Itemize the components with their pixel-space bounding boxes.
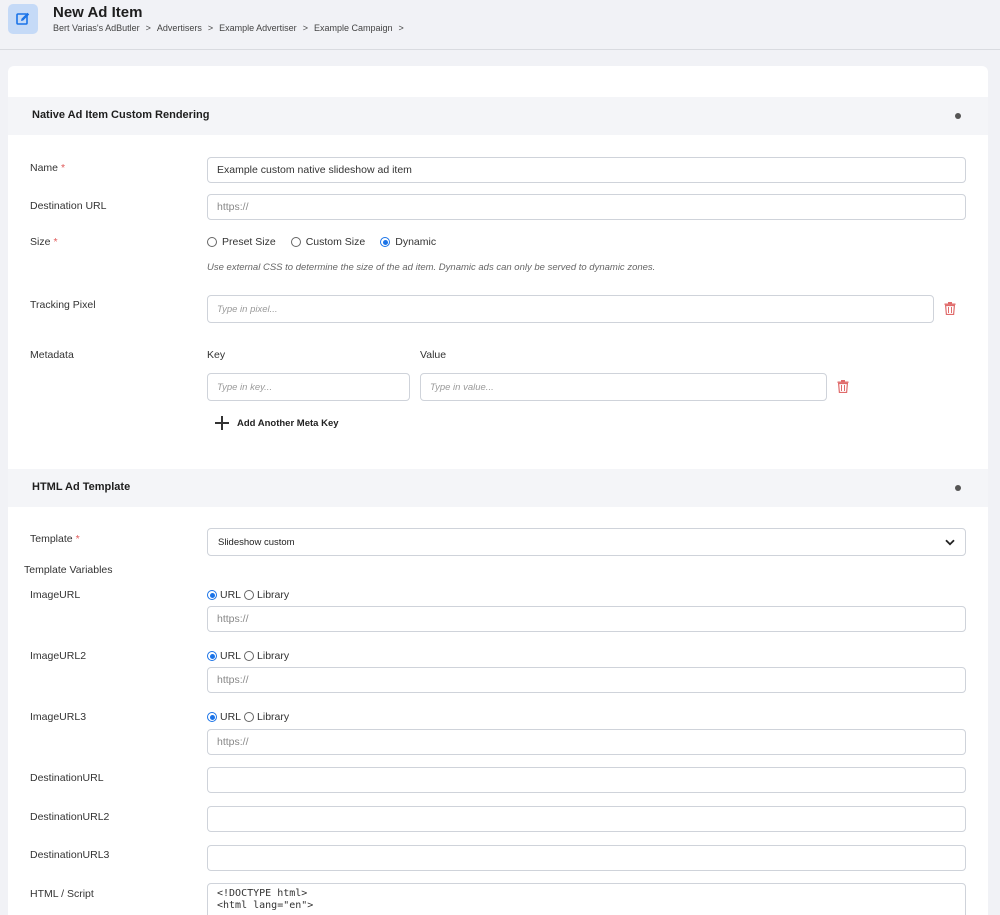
metadata-key-header: Key — [207, 349, 226, 361]
breadcrumb-campaign[interactable]: Example Campaign — [314, 23, 393, 33]
image-url2-library-radio[interactable] — [244, 651, 255, 661]
tracking-pixel-input[interactable]: Type in pixel... — [207, 295, 934, 323]
chevron-down-icon — [945, 539, 955, 545]
metadata-key-input[interactable]: Type in key... — [207, 373, 410, 401]
image-url3-library-radio[interactable] — [244, 712, 255, 722]
destination-url2-input[interactable] — [207, 806, 966, 832]
page-title: New Ad Item — [53, 4, 143, 21]
top-bar: New Ad Item Bert Varias's AdButler > Adv… — [0, 0, 1000, 50]
image-url-library-label[interactable]: Library — [257, 589, 289, 601]
image-url3-label: ImageURL3 — [30, 711, 87, 723]
image-url2-url-radio[interactable] — [207, 651, 217, 661]
template-label: Template * — [30, 533, 80, 545]
section-title: HTML Ad Template — [32, 481, 131, 493]
destination-url1-input[interactable] — [207, 767, 966, 793]
code-line: <!DOCTYPE html> — [217, 888, 308, 899]
name-label: Name * — [30, 162, 66, 174]
template-variables-label: Template Variables — [24, 564, 113, 576]
collapse-dot-icon[interactable] — [955, 485, 961, 491]
destination-url3-input[interactable] — [207, 845, 966, 871]
add-meta-key-button[interactable]: Add Another Meta Key — [215, 416, 339, 430]
delete-metadata-trash-icon[interactable] — [837, 380, 849, 393]
image-url-library-radio[interactable] — [244, 590, 255, 600]
template-select-value: Slideshow custom — [218, 536, 295, 548]
size-preset-radio[interactable] — [207, 237, 217, 247]
html-script-label: HTML / Script — [30, 888, 94, 900]
breadcrumb-account[interactable]: Bert Varias's AdButler — [53, 23, 140, 33]
destination-url1-label: DestinationURL — [30, 772, 104, 784]
image-url3-source-group: URL Library — [207, 711, 289, 723]
section-header-native[interactable]: Native Ad Item Custom Rendering — [8, 97, 988, 135]
metadata-label: Metadata — [30, 349, 74, 361]
breadcrumb-separator: > — [145, 23, 151, 33]
size-radio-group: Preset Size Custom Size Dynamic — [207, 236, 436, 248]
destination-url-label: Destination URL — [30, 200, 107, 212]
name-input[interactable]: Example custom native slideshow ad item — [207, 157, 966, 183]
section-title: Native Ad Item Custom Rendering — [32, 109, 210, 121]
image-url2-label: ImageURL2 — [30, 650, 87, 662]
size-label: Size * — [30, 236, 58, 248]
collapse-dot-icon[interactable] — [955, 113, 961, 119]
breadcrumb-separator: > — [398, 23, 404, 33]
image-url3-url-radio[interactable] — [207, 712, 217, 722]
image-url-url-radio[interactable] — [207, 590, 217, 600]
section-header-template[interactable]: HTML Ad Template — [8, 469, 988, 507]
delete-pixel-trash-icon[interactable] — [944, 302, 956, 315]
add-meta-key-label: Add Another Meta Key — [237, 417, 339, 429]
image-url2-input[interactable]: https:// — [207, 667, 966, 693]
image-url2-url-label[interactable]: URL — [220, 650, 241, 662]
size-custom-label[interactable]: Custom Size — [306, 236, 366, 248]
size-dynamic-radio[interactable] — [380, 237, 391, 247]
breadcrumb: Bert Varias's AdButler > Advertisers > E… — [53, 23, 410, 33]
destination-url-input[interactable]: https:// — [207, 194, 966, 220]
edit-icon — [8, 4, 38, 34]
breadcrumb-advertisers[interactable]: Advertisers — [157, 23, 202, 33]
destination-url2-label: DestinationURL2 — [30, 811, 110, 823]
breadcrumb-separator: > — [302, 23, 308, 33]
destination-url3-label: DestinationURL3 — [30, 849, 110, 861]
template-select[interactable]: Slideshow custom — [207, 528, 966, 556]
size-custom-radio[interactable] — [290, 237, 301, 247]
image-url2-source-group: URL Library — [207, 650, 289, 662]
image-url-label: ImageURL — [30, 589, 81, 601]
metadata-value-header: Value — [420, 349, 447, 361]
image-url3-library-label[interactable]: Library — [257, 711, 289, 723]
breadcrumb-separator: > — [207, 23, 214, 33]
size-preset-label[interactable]: Preset Size — [222, 236, 276, 248]
image-url-input[interactable]: https:// — [207, 606, 966, 632]
breadcrumb-advertiser[interactable]: Example Advertiser — [219, 23, 297, 33]
image-url-url-label[interactable]: URL — [220, 589, 241, 601]
image-url3-input[interactable]: https:// — [207, 729, 966, 755]
image-url2-library-label[interactable]: Library — [257, 650, 289, 662]
image-url3-url-label[interactable]: URL — [220, 711, 241, 723]
image-url-source-group: URL Library — [207, 589, 289, 601]
plus-icon — [215, 416, 229, 430]
html-script-editor[interactable]: <!DOCTYPE html> <html lang="en"> — [207, 883, 966, 915]
tracking-pixel-label: Tracking Pixel — [30, 299, 96, 311]
code-line: <html lang="en"> — [217, 900, 314, 911]
size-hint: Use external CSS to determine the size o… — [207, 262, 656, 273]
metadata-value-input[interactable]: Type in value... — [420, 373, 827, 401]
size-dynamic-label[interactable]: Dynamic — [395, 236, 436, 248]
